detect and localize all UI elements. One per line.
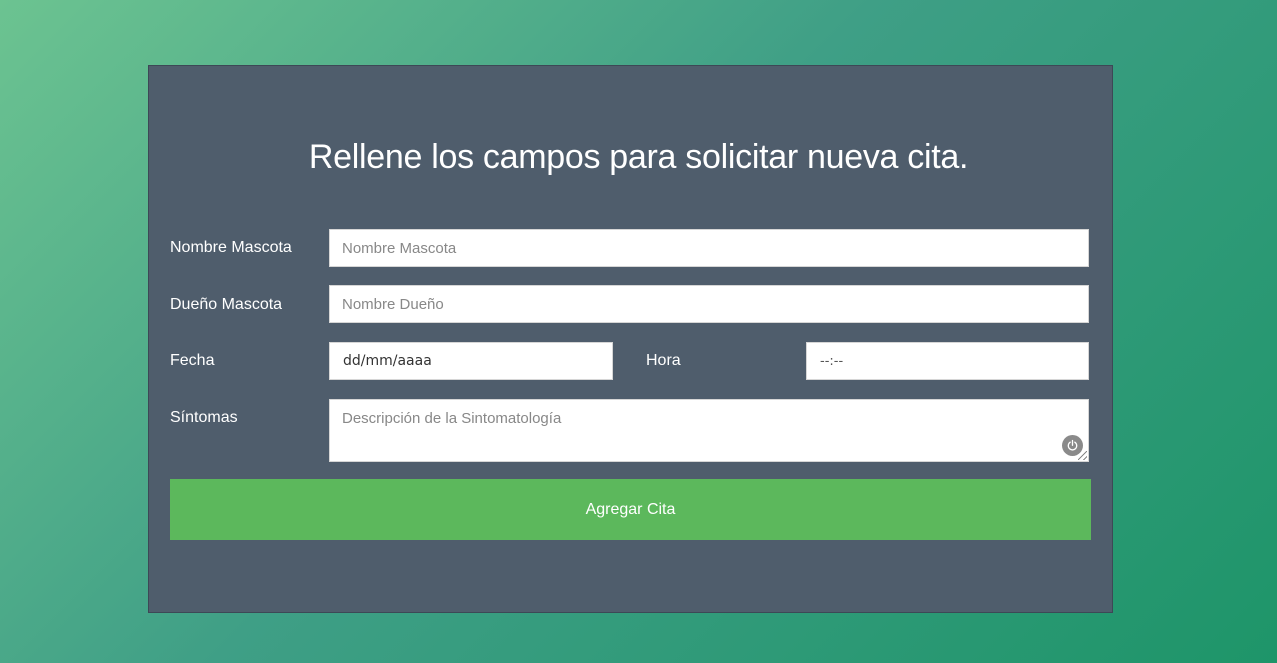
add-appointment-button[interactable]: Agregar Cita [170, 479, 1091, 540]
time-input-value: --:-- [820, 353, 844, 369]
time-label: Hora [646, 352, 681, 369]
symptoms-textarea[interactable] [329, 399, 1089, 462]
form-title: Rellene los campos para solicitar nueva … [308, 138, 969, 176]
date-input-value: dd/mm/aaaa [343, 353, 432, 369]
pet-name-input[interactable] [329, 229, 1089, 267]
power-icon-glyph [1067, 439, 1078, 451]
symptoms-label: Síntomas [170, 409, 238, 426]
owner-name-label: Dueño Mascota [170, 296, 283, 313]
symptoms-textarea-wrapper [329, 399, 1089, 462]
owner-name-input[interactable] [329, 285, 1089, 323]
date-input[interactable]: dd/mm/aaaa [329, 342, 613, 380]
power-icon[interactable] [1062, 435, 1083, 456]
date-label: Fecha [170, 352, 215, 369]
time-input[interactable]: --:-- [806, 342, 1089, 380]
pet-name-label: Nombre Mascota [170, 239, 292, 256]
